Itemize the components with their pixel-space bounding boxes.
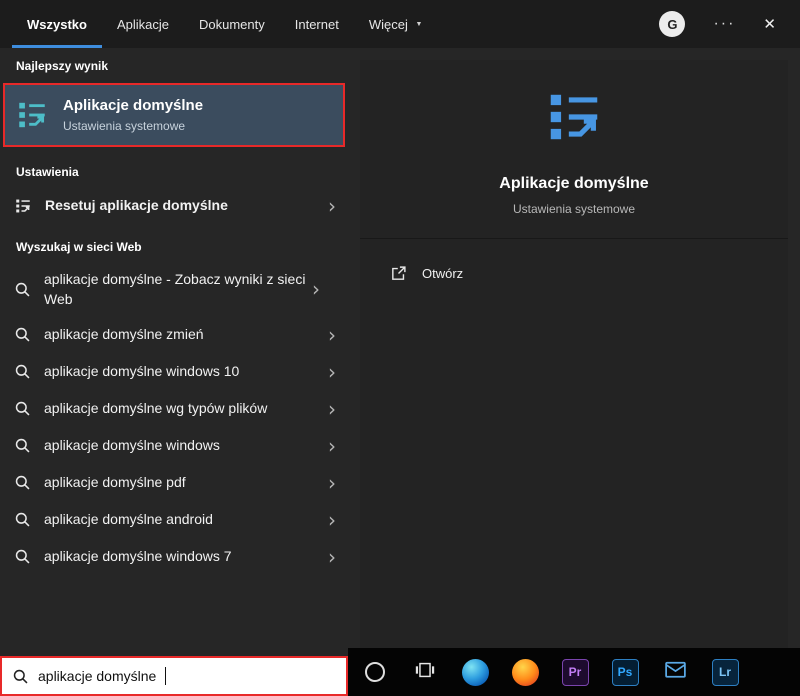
mail-button[interactable] [650, 648, 700, 696]
search-filter-tabs: Wszystko Aplikacje Dokumenty Internet Wi… [0, 0, 439, 48]
firefox-button[interactable] [500, 648, 550, 696]
tab-more[interactable]: Więcej ▼ [354, 0, 439, 48]
task-view-button[interactable] [400, 648, 450, 696]
edge-button[interactable] [450, 648, 500, 696]
web-suggestion-label: aplikacje domyślne wg typów plików [44, 400, 268, 417]
default-apps-icon [543, 86, 605, 148]
chevron-right-icon: › [328, 470, 336, 495]
chevron-down-icon: ▼ [415, 20, 423, 28]
photoshop-button[interactable]: Ps [600, 648, 650, 696]
web-suggestion[interactable]: aplikacje domyślne zmień › [0, 316, 348, 353]
open-action-label: Otwórz [422, 266, 464, 281]
best-match-subtitle: Ustawienia systemowe [63, 119, 186, 133]
tab-documents-label: Dokumenty [199, 16, 265, 32]
web-suggestion-label: aplikacje domyślne windows 7 [44, 548, 232, 565]
chevron-right-icon: › [328, 507, 336, 532]
chevron-right-icon: › [328, 322, 336, 347]
search-icon [14, 511, 31, 528]
preview-header: Aplikacje domyślne Ustawienia systemowe [360, 60, 788, 239]
chevron-right-icon: › [328, 193, 336, 218]
task-view-icon [414, 659, 436, 686]
settings-header: Ustawienia [16, 165, 79, 179]
web-suggestion[interactable]: aplikacje domyślne windows › [0, 427, 348, 464]
search-icon [14, 400, 31, 417]
tab-web[interactable]: Internet [280, 0, 354, 48]
chevron-right-icon: › [328, 359, 336, 384]
open-external-icon [390, 265, 407, 282]
search-icon [14, 281, 31, 298]
text-cursor [165, 667, 167, 685]
web-suggestion[interactable]: aplikacje domyślne windows 7 › [0, 538, 348, 575]
results-panel: Najlepszy wynik Aplikacje domyślne Ustaw… [0, 48, 348, 656]
chevron-right-icon: › [328, 433, 336, 458]
close-icon[interactable]: ✕ [763, 15, 776, 33]
web-suggestion-label: aplikacje domyślne pdf [44, 474, 186, 491]
edge-icon [461, 658, 489, 686]
web-suggestion-label: aplikacje domyślne windows [44, 437, 220, 454]
cortana-icon [365, 662, 385, 682]
chevron-right-icon: › [312, 277, 320, 301]
account-avatar[interactable]: G [659, 11, 686, 37]
search-icon [14, 363, 31, 380]
windows-search-flyout: Wszystko Aplikacje Dokumenty Internet Wi… [0, 0, 800, 696]
settings-result-reset-default-apps[interactable]: Resetuj aplikacje domyślne › [0, 187, 348, 224]
tab-web-label: Internet [294, 16, 339, 32]
photoshop-icon: Ps [611, 658, 639, 686]
preview-subtitle: Ustawienia systemowe [512, 202, 636, 216]
preview-panel: Aplikacje domyślne Ustawienia systemowe … [360, 60, 788, 648]
default-apps-icon [14, 197, 32, 215]
web-search-header: Wyszukaj w sieci Web [16, 240, 142, 254]
tab-apps-label: Aplikacje [116, 16, 169, 32]
more-options-icon[interactable]: ··· [713, 15, 735, 33]
web-suggestion-see-results[interactable]: aplikacje domyślne - Zobacz wyniki z sie… [0, 262, 348, 316]
web-suggestion[interactable]: aplikacje domyślne wg typów plików › [0, 390, 348, 427]
mail-icon [663, 657, 688, 687]
tab-apps[interactable]: Aplikacje [102, 0, 184, 48]
cortana-button[interactable] [350, 648, 400, 696]
web-suggestion[interactable]: aplikacje domyślne windows 10 › [0, 353, 348, 390]
search-icon [12, 668, 29, 685]
premiere-button[interactable]: Pr [550, 648, 600, 696]
search-input-value: aplikacje domyślne [38, 668, 157, 684]
search-icon [14, 437, 31, 454]
search-icon [14, 548, 31, 565]
tab-documents[interactable]: Dokumenty [184, 0, 280, 48]
web-suggestion-label: aplikacje domyślne zmień [44, 326, 204, 343]
tab-all-label: Wszystko [27, 16, 87, 32]
tab-more-label: Więcej [368, 16, 408, 32]
web-suggestion-label: aplikacje domyślne android [44, 511, 213, 528]
lightroom-button[interactable]: Lr [700, 648, 750, 696]
search-input[interactable]: aplikacje domyślne [0, 656, 348, 696]
search-top-bar: Wszystko Aplikacje Dokumenty Internet Wi… [0, 0, 800, 48]
web-suggestion-label: aplikacje domyślne windows 10 [44, 363, 240, 380]
top-bar-controls: G ··· ✕ [659, 0, 800, 48]
firefox-icon [511, 658, 539, 686]
open-action[interactable]: Otwórz [360, 255, 788, 292]
chevron-right-icon: › [328, 396, 336, 421]
best-match-title: Aplikacje domyślne [63, 97, 204, 114]
taskbar: Pr Ps Lr [348, 648, 800, 696]
best-match-header: Najlepszy wynik [16, 59, 109, 73]
search-icon [14, 326, 31, 343]
tab-all[interactable]: Wszystko [12, 0, 102, 48]
best-match-result[interactable]: Aplikacje domyślne Ustawienia systemowe [3, 83, 345, 147]
preview-title: Aplikacje domyślne [499, 175, 649, 192]
search-icon [14, 474, 31, 491]
web-suggestion-label: aplikacje domyślne - Zobacz wyniki z sie… [44, 270, 306, 307]
premiere-icon: Pr [561, 658, 589, 686]
default-apps-icon [15, 98, 49, 132]
settings-result-label: Resetuj aplikacje domyślne [45, 197, 228, 214]
chevron-right-icon: › [328, 544, 336, 569]
web-suggestion[interactable]: aplikacje domyślne pdf › [0, 464, 348, 501]
best-match-text: Aplikacje domyślne Ustawienia systemowe [63, 97, 203, 133]
web-suggestion[interactable]: aplikacje domyślne android › [0, 501, 348, 538]
lightroom-icon: Lr [711, 658, 739, 686]
